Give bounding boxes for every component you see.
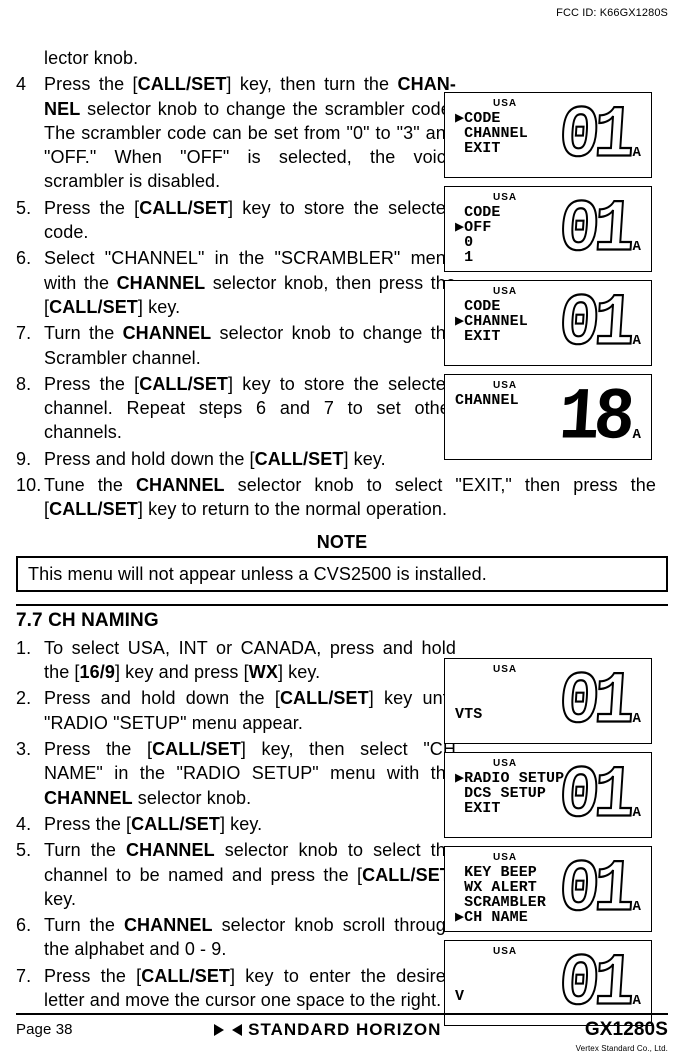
lcd-channel-number: 01A [559,855,641,925]
lcd-display: USA▶CODE CHANNEL EXIT 01A [444,92,652,178]
instruction-step: 6.Select "CHANNEL" in the "SCRAMBLER" me… [16,246,456,319]
step-number: 3. [16,737,44,761]
model-number: GX1280S [585,1017,668,1043]
lcd-usa-indicator: USA [493,191,517,205]
instruction-step: 7.Turn the CHANNEL selector knob to chan… [16,321,456,370]
step-text: Select "CHANNEL" in the "SCRAMBLER" menu… [44,246,456,319]
step-text: Turn the CHANNEL selector knob scroll th… [44,913,456,962]
lcd-usa-indicator: USA [493,945,517,959]
step-text: Press the [CALL/SET] key. [44,812,456,836]
step-text: Press and hold down the [CALL/SET] key u… [44,686,456,735]
lcd-usa-indicator: USA [493,757,517,771]
instruction-step: 10.Tune the CHANNEL selector knob to sel… [16,473,656,522]
lcd-channel-number: 01A [559,289,641,359]
step-number: 7. [16,964,44,988]
step-number: 5. [16,838,44,862]
instruction-step: 4Press the [CALL/SET] key, then turn the… [16,72,456,193]
lcd-display: USA CODE ▶CHANNEL EXIT 01A [444,280,652,366]
horizon-logo-icon [216,1024,240,1036]
note-label: NOTE [16,530,668,554]
vertex-copyright: Vertex Standard Co., Ltd. [576,1044,668,1055]
lcd-channel-number: 01A [559,949,641,1019]
instruction-step: 8.Press the [CALL/SET] key to store the … [16,372,456,445]
step-number: 5. [16,196,44,220]
lcd-channel-number: 01A [559,195,641,265]
intro-fragment: lector knob. [44,46,456,70]
page-footer: Page 38 STANDARD HORIZON GX1280S [16,1013,668,1043]
lcd-display: USACHANNEL 18A [444,374,652,460]
note-box: This menu will not appear unless a CVS25… [16,556,668,592]
instruction-step: 2.Press and hold down the [CALL/SET] key… [16,686,456,735]
step-number: 6. [16,913,44,937]
brand-text: STANDARD HORIZON [248,1019,441,1042]
step-text: Turn the CHANNEL selector knob to change… [44,321,456,370]
instruction-step: 5.Turn the CHANNEL selector knob to sele… [16,838,456,911]
step-text: Press the [CALL/SET] key, then select "C… [44,737,456,810]
lcd-menu-text: CHANNEL [455,393,519,408]
lcd-menu-text: ▶CODE CHANNEL EXIT [455,111,528,156]
step-number: 8. [16,372,44,396]
step-text: To select USA, INT or CANADA, press and … [44,636,456,685]
step-number: 1. [16,636,44,660]
lcd-usa-indicator: USA [493,97,517,111]
step-number: 10. [16,473,44,497]
lcd-menu-text: KEY BEEP WX ALERT SCRAMBLER ▶CH NAME [455,865,546,925]
instruction-step: 3.Press the [CALL/SET] key, then select … [16,737,456,810]
lcd-column-top: USA▶CODE CHANNEL EXIT01AUSA CODE ▶OFF 0 … [444,92,652,460]
lcd-usa-indicator: USA [493,851,517,865]
step-text: Press the [CALL/SET] key to enter the de… [44,964,456,1013]
lcd-menu-text: VTS [455,677,482,722]
lcd-menu-text: CODE ▶CHANNEL EXIT [455,299,528,344]
step-text: Press the [CALL/SET] key to store the se… [44,372,456,445]
instruction-step: 1.To select USA, INT or CANADA, press an… [16,636,456,685]
lcd-column-bottom: USA VTS01AUSA▶RADIO SETUP DCS SETUP EXIT… [444,658,652,1026]
lcd-channel-number: 01A [559,101,641,171]
lcd-display: USA KEY BEEP WX ALERT SCRAMBLER ▶CH NAME… [444,846,652,932]
instruction-step: 7.Press the [CALL/SET] key to enter the … [16,964,456,1013]
page-number: Page 38 [16,1020,73,1040]
lcd-display: USA VTS 01A [444,658,652,744]
instruction-step: 5.Press the [CALL/SET] key to store the … [16,196,456,245]
step-text: Tune the CHANNEL selector knob to select… [44,473,656,522]
step-text: Press the [CALL/SET] key to store the se… [44,196,456,245]
step-number: 9. [16,447,44,471]
step-text: Press the [CALL/SET] key, then turn the … [44,72,456,193]
brand-logo: STANDARD HORIZON [73,1019,585,1042]
lcd-channel-number: 01A [559,667,641,737]
section-title: 7.7 CH NAMING [16,604,668,634]
lcd-display: USA▶RADIO SETUP DCS SETUP EXIT01A [444,752,652,838]
lcd-menu-text: ▶RADIO SETUP DCS SETUP EXIT [455,771,564,816]
step-number: 4. [16,812,44,836]
lcd-usa-indicator: USA [493,663,517,677]
lcd-channel-number: 18A [559,383,641,453]
step-text: Turn the CHANNEL selector knob to select… [44,838,456,911]
lcd-display: USA CODE ▶OFF 0 1 01A [444,186,652,272]
lcd-usa-indicator: USA [493,379,517,393]
lcd-usa-indicator: USA [493,285,517,299]
step-number: 2. [16,686,44,710]
instruction-step: 6.Turn the CHANNEL selector knob scroll … [16,913,456,962]
note-text: This menu will not appear unless a CVS25… [28,564,487,584]
step-number: 4 [16,72,44,96]
fcc-id: FCC ID: K66GX1280S [556,6,668,21]
lcd-menu-text: V [455,959,464,1004]
lcd-menu-text: CODE ▶OFF 0 1 [455,205,501,265]
step-number: 7. [16,321,44,345]
instruction-step: 4.Press the [CALL/SET] key. [16,812,456,836]
lcd-channel-number: 01A [559,761,641,831]
step-number: 6. [16,246,44,270]
